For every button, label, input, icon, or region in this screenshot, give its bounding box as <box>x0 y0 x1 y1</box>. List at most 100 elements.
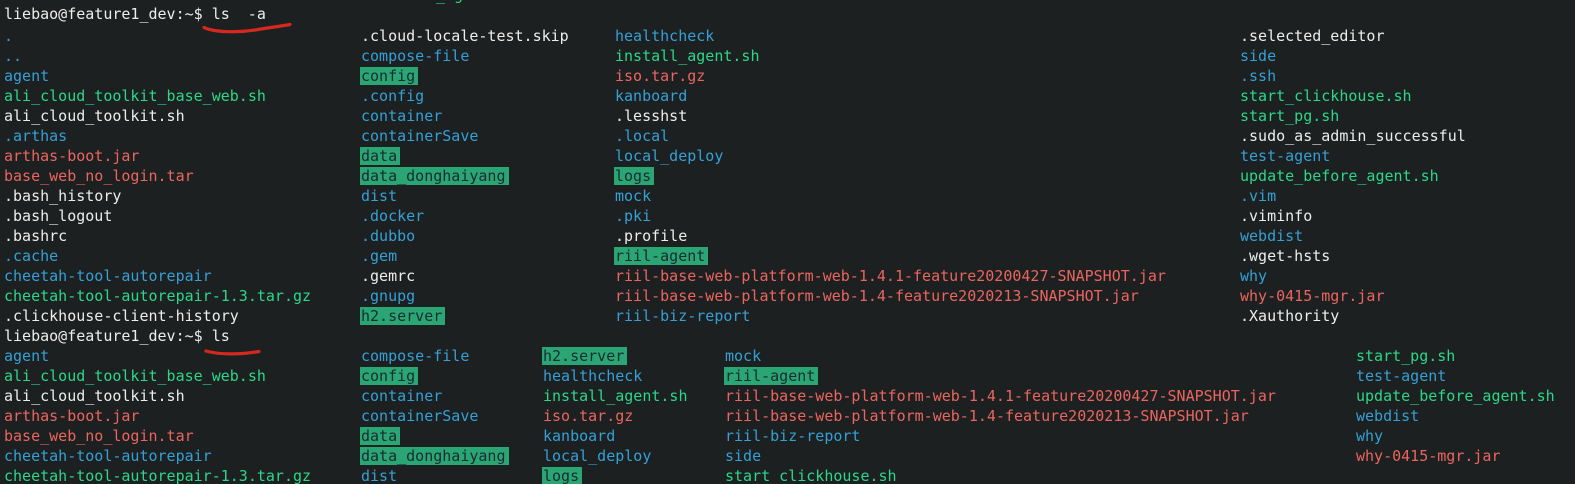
file-column: mockriil-agentriil-base-web-platform-web… <box>725 346 1276 484</box>
file-entry: .vim <box>1240 187 1276 205</box>
file-entry: update_before_agent.sh <box>1356 387 1555 405</box>
file-entry: h2.server <box>542 347 627 365</box>
listing-row: logs <box>543 466 688 484</box>
file-column: agentali_cloud_toolkit_base_web.shali_cl… <box>4 346 311 484</box>
prompt-line-1: liebao@feature1_dev:~$ls -a <box>4 4 266 24</box>
listing-row: test-agent <box>1356 366 1555 386</box>
file-entry: start_pg.sh <box>1356 347 1455 365</box>
file-entry: cheetah-tool-autorepair-1.3.tar.gz <box>4 287 311 305</box>
file-entry: mock <box>725 347 761 365</box>
listing-row: h2.server <box>543 346 688 366</box>
listing-row: . <box>4 26 311 46</box>
listing-row: container <box>361 106 569 126</box>
file-entry: .selected_editor <box>1240 27 1385 45</box>
file-entry: why <box>1356 427 1383 445</box>
file-entry: riil-biz-report <box>725 427 860 445</box>
file-column: healthcheckinstall_agent.shiso.tar.gzkan… <box>615 26 1166 326</box>
file-entry: agent <box>4 347 49 365</box>
file-entry: local_deploy <box>615 147 723 165</box>
file-entry: .ssh <box>1240 67 1276 85</box>
listing-row: cheetah-tool-autorepair <box>4 446 311 466</box>
file-entry: compose-file <box>361 347 469 365</box>
terminal-screen[interactable]: _ g liebao@feature1_dev:~$ls -a ...agent… <box>0 0 1575 484</box>
listing-row: logs <box>615 166 1166 186</box>
file-column: start_pg.shtest-agentupdate_before_agent… <box>1356 346 1555 466</box>
listing-row: riil-base-web-platform-web-1.4.1-feature… <box>615 266 1166 286</box>
listing-row: kanboard <box>543 426 688 446</box>
listing-row: why <box>1356 426 1555 446</box>
listing-row: local_deploy <box>543 446 688 466</box>
listing-row: start_pg.sh <box>1240 106 1466 126</box>
listing-row: riil-biz-report <box>615 306 1166 326</box>
file-entry: .dubbo <box>361 227 415 245</box>
file-column: compose-fileconfigcontainercontainerSave… <box>361 346 509 484</box>
listing-row: install_agent.sh <box>615 46 1166 66</box>
listing-row: h2.server <box>361 306 569 326</box>
listing-row: update_before_agent.sh <box>1240 166 1466 186</box>
listing-row: dist <box>361 186 569 206</box>
listing-row: .vim <box>1240 186 1466 206</box>
file-entry: webdist <box>1356 407 1419 425</box>
listing-row: .bash_logout <box>4 206 311 226</box>
file-column: .cloud-locale-test.skipcompose-fileconfi… <box>361 26 569 326</box>
file-entry: webdist <box>1240 227 1303 245</box>
listing-row: riil-base-web-platform-web-1.4.1-feature… <box>725 386 1276 406</box>
file-entry: cheetah-tool-autorepair <box>4 447 212 465</box>
file-entry: config <box>360 367 418 385</box>
file-entry: .wget-hsts <box>1240 247 1330 265</box>
file-entry: .sudo_as_admin_successful <box>1240 127 1466 145</box>
file-entry: .cloud-locale-test.skip <box>361 27 569 45</box>
listing-row: config <box>361 366 509 386</box>
listing-row: ali_cloud_toolkit_base_web.sh <box>4 366 311 386</box>
listing-row: test-agent <box>1240 146 1466 166</box>
listing-row: agent <box>4 346 311 366</box>
file-entry: logs <box>542 467 582 484</box>
listing-row: webdist <box>1356 406 1555 426</box>
listing-row: riil-base-web-platform-web-1.4-feature20… <box>725 406 1276 426</box>
file-entry: local_deploy <box>543 447 651 465</box>
listing-row: webdist <box>1240 226 1466 246</box>
file-entry: base_web_no_login.tar <box>4 167 194 185</box>
listing-row: cheetah-tool-autorepair-1.3.tar.gz <box>4 466 311 484</box>
listing-row: compose-file <box>361 346 509 366</box>
file-entry: why-0415-mgr.jar <box>1356 447 1501 465</box>
file-entry: h2.server <box>360 307 445 325</box>
file-entry: dist <box>361 187 397 205</box>
listing-row: .gnupg <box>361 286 569 306</box>
file-entry: base_web_no_login.tar <box>4 427 194 445</box>
file-entry: .gemrc <box>361 267 415 285</box>
listing-row: .arthas <box>4 126 311 146</box>
file-entry: riil-agent <box>614 247 708 265</box>
file-entry: cheetah-tool-autorepair <box>4 267 212 285</box>
listing-row: start_clickhouse.sh <box>1240 86 1466 106</box>
listing-row: mock <box>615 186 1166 206</box>
listing-row: mock <box>725 346 1276 366</box>
listing-row: .cache <box>4 246 311 266</box>
file-entry: riil-biz-report <box>615 307 750 325</box>
file-entry: .docker <box>361 207 424 225</box>
listing-row: riil-base-web-platform-web-1.4-feature20… <box>615 286 1166 306</box>
file-entry: .gem <box>361 247 397 265</box>
file-entry: riil-base-web-platform-web-1.4-feature20… <box>725 407 1249 425</box>
listing-row: config <box>361 66 569 86</box>
file-entry: data_donghaiyang <box>360 167 509 185</box>
prompt-user-host: liebao@feature1_dev:~$ <box>4 327 203 345</box>
file-entry: .Xauthority <box>1240 307 1339 325</box>
listing-row: containerSave <box>361 126 569 146</box>
file-entry: containerSave <box>361 127 478 145</box>
file-entry: .pki <box>615 207 651 225</box>
listing-row: why-0415-mgr.jar <box>1240 286 1466 306</box>
file-entry: arthas-boot.jar <box>4 147 139 165</box>
listing-row: ali_cloud_toolkit_base_web.sh <box>4 86 311 106</box>
listing-row: cheetah-tool-autorepair-1.3.tar.gz <box>4 286 311 306</box>
listing-row: side <box>725 446 1276 466</box>
file-column: .selected_editorside .sshstart_clickhouse… <box>1240 26 1466 326</box>
listing-row: .ssh <box>1240 66 1466 86</box>
listing-row: compose-file <box>361 46 569 66</box>
prompt-user-host: liebao@feature1_dev:~$ <box>4 5 203 23</box>
file-entry: side <box>1240 47 1276 65</box>
file-entry: agent <box>4 67 49 85</box>
file-entry: .gnupg <box>361 287 415 305</box>
file-entry: healthcheck <box>615 27 714 45</box>
listing-row: agent <box>4 66 311 86</box>
